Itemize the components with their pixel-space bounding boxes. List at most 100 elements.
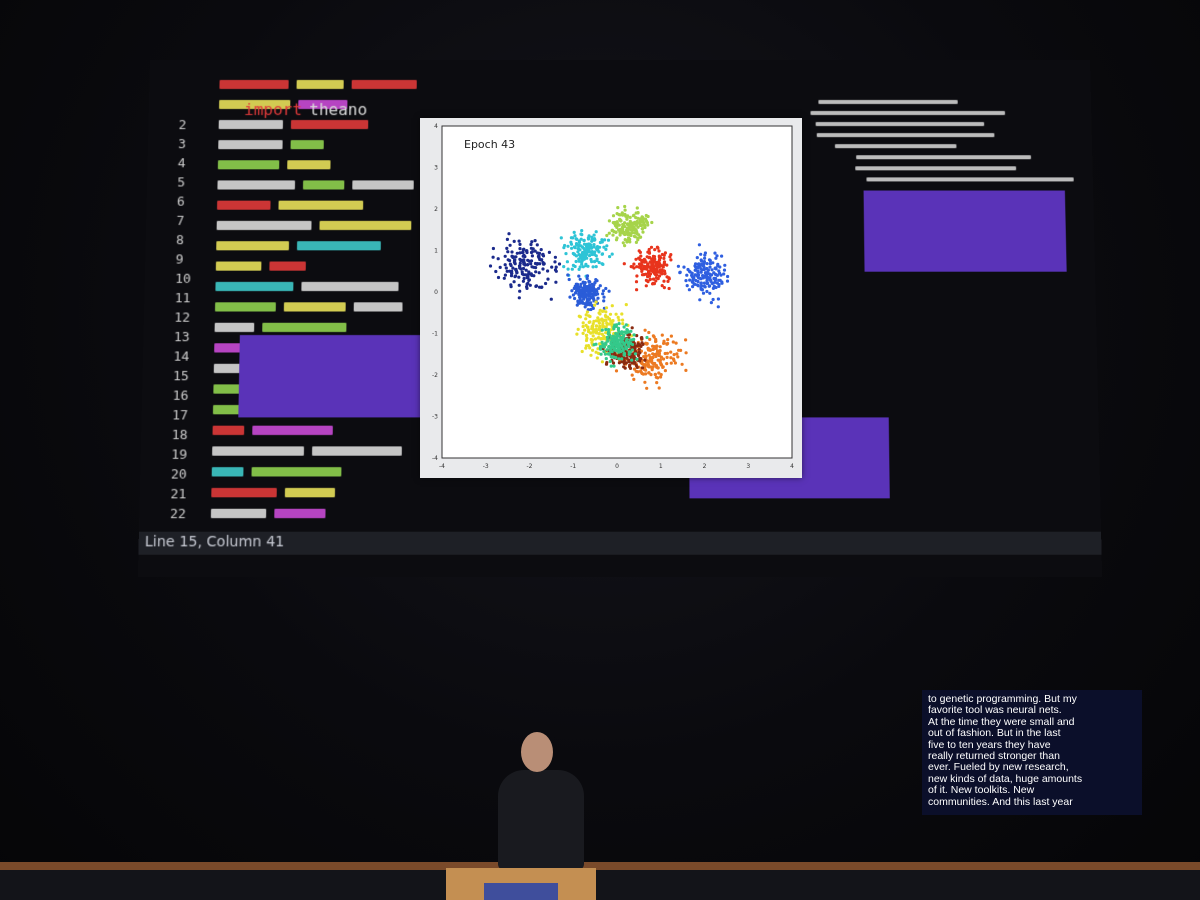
y-tick-label: 0 xyxy=(434,289,438,296)
scatter-point xyxy=(635,223,639,227)
scatter-point xyxy=(498,265,502,269)
scatter-point xyxy=(709,278,713,282)
scatter-point xyxy=(517,239,521,243)
scatter-point xyxy=(522,253,526,257)
scatter-point xyxy=(621,241,625,245)
code-line-segment xyxy=(217,160,280,170)
scatter-point xyxy=(646,214,650,219)
scatter-point xyxy=(607,219,611,223)
scatter-point xyxy=(604,306,609,310)
scatter-point xyxy=(663,351,667,356)
scatter-point xyxy=(503,254,507,258)
stage-edge xyxy=(0,862,1200,870)
code-line-segment xyxy=(217,180,296,190)
scatter-point xyxy=(600,328,604,332)
scatter-point xyxy=(609,336,613,340)
scatter-point xyxy=(651,355,655,360)
scatter-point xyxy=(696,284,700,288)
scatter-point xyxy=(588,280,592,284)
scatter-point xyxy=(702,262,706,266)
y-tick-label: 2 xyxy=(434,206,438,213)
scatter-point xyxy=(510,250,514,254)
scatter-point xyxy=(641,230,645,234)
scatter-point xyxy=(622,342,627,346)
scatter-point xyxy=(586,264,590,268)
scatter-point xyxy=(645,342,649,346)
scatter-point xyxy=(629,265,633,269)
scatter-point xyxy=(622,351,627,356)
scatter-point xyxy=(613,222,617,226)
scatter-point xyxy=(620,312,624,316)
scatter-point xyxy=(717,269,721,273)
scatter-point xyxy=(713,266,718,270)
scatter-point xyxy=(684,368,688,372)
scatter-point xyxy=(575,289,579,293)
scatter-point xyxy=(540,285,544,289)
scatter-point xyxy=(585,336,589,340)
code-line-segment xyxy=(269,261,306,271)
code-line-segment xyxy=(215,261,262,271)
scatter-point xyxy=(647,347,651,351)
scatter-point xyxy=(546,277,550,281)
scatter-point xyxy=(580,233,584,237)
scatter-point xyxy=(530,254,534,258)
scatter-point xyxy=(621,213,625,217)
scatter-point xyxy=(621,222,625,227)
scatter-point xyxy=(614,356,618,360)
code-line-segment xyxy=(211,467,244,477)
scatter-point xyxy=(592,290,596,294)
scatter-point xyxy=(569,242,574,246)
scatter-point xyxy=(590,252,594,256)
scatter-point xyxy=(626,223,630,227)
scatter-point xyxy=(580,229,584,233)
scatter-point xyxy=(634,240,638,244)
scatter-point xyxy=(660,271,664,275)
scatter-point xyxy=(651,344,655,348)
scatter-point xyxy=(710,268,714,272)
scatter-point xyxy=(655,344,659,348)
scatter-point xyxy=(589,337,593,342)
scatter-point xyxy=(660,333,664,337)
scatter-point xyxy=(715,273,719,277)
scatter-point xyxy=(696,269,700,273)
scatter-point xyxy=(595,258,599,263)
scatter-point xyxy=(654,260,658,264)
scatter-point xyxy=(614,312,618,316)
scatter-point xyxy=(591,293,595,297)
scatter-point xyxy=(581,331,585,335)
scatter-point xyxy=(594,300,598,304)
scatter-point xyxy=(624,303,628,307)
scatter-point xyxy=(595,247,600,251)
scatter-point xyxy=(534,270,538,274)
scatter-point xyxy=(703,253,707,257)
scatter-point xyxy=(628,219,632,223)
scatter-point xyxy=(660,252,664,257)
scatter-point xyxy=(623,244,627,248)
scatter-point xyxy=(608,359,612,364)
scatter-point xyxy=(570,267,574,271)
scatter-point xyxy=(533,239,537,243)
line-number: 15 xyxy=(172,368,190,385)
x-tick-label: 1 xyxy=(659,463,663,470)
scatter-point xyxy=(505,246,509,250)
scatter-point xyxy=(588,346,592,350)
scatter-point xyxy=(667,286,671,291)
scatter-point xyxy=(722,268,727,272)
y-tick-label: -2 xyxy=(432,372,438,379)
scatter-point xyxy=(583,283,587,287)
scatter-point xyxy=(666,341,670,346)
scatter-point xyxy=(717,283,721,287)
scatter-point xyxy=(627,352,631,356)
scatter-point xyxy=(656,366,660,370)
scatter-point xyxy=(633,346,637,350)
code-line-segment xyxy=(287,160,331,170)
scatter-point xyxy=(615,337,619,341)
code-line-segment xyxy=(214,322,255,332)
scatter-point xyxy=(639,264,643,268)
scatter-point xyxy=(651,347,655,351)
scatter-point xyxy=(587,254,592,258)
scatter-point xyxy=(716,262,720,266)
speaker-body xyxy=(498,770,584,870)
scatter-point xyxy=(720,254,724,258)
scatter-point xyxy=(662,339,666,343)
